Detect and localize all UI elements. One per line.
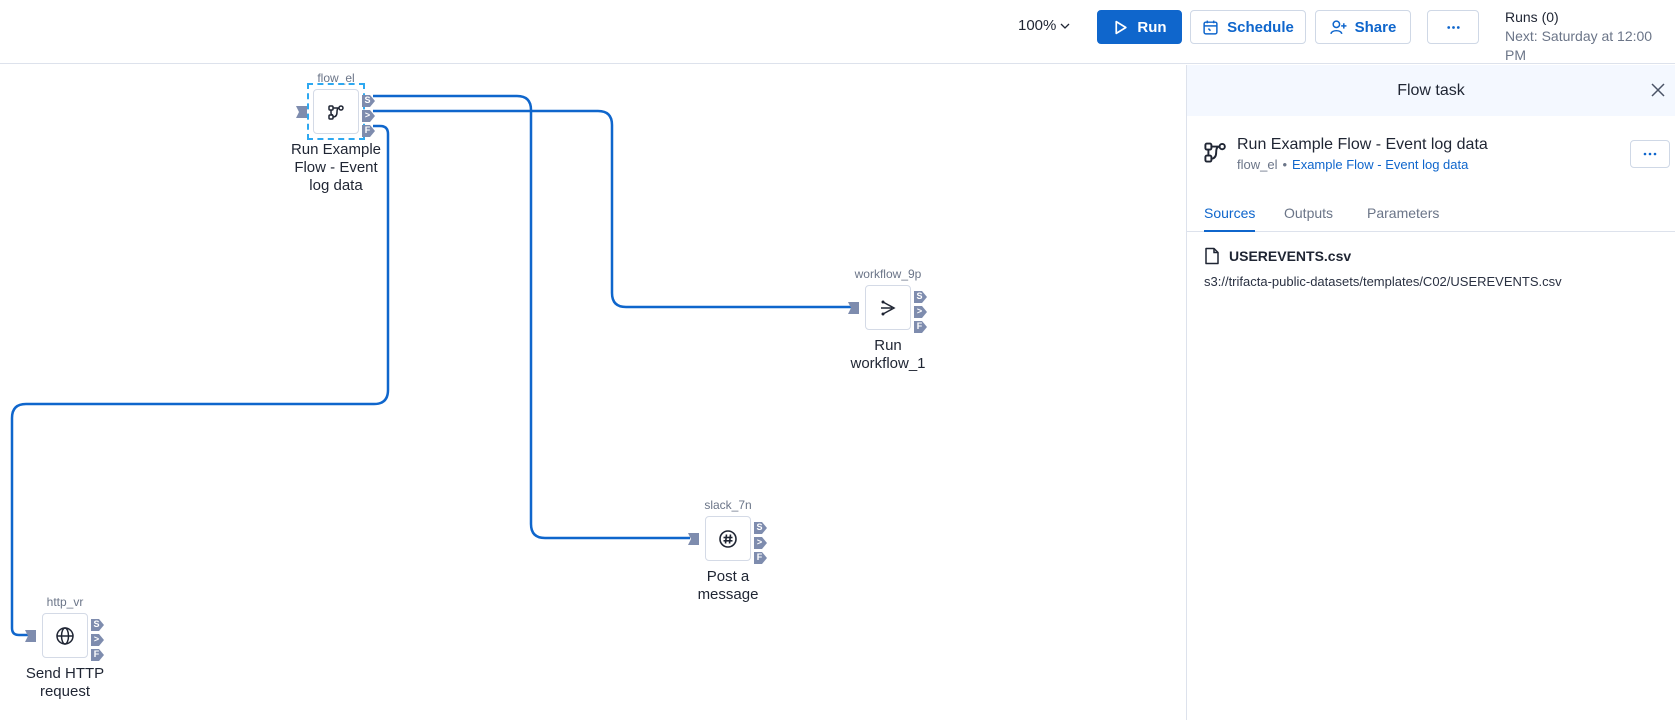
input-port[interactable] <box>688 533 699 545</box>
more-options-button[interactable] <box>1427 10 1479 44</box>
node-id: workflow_9p <box>854 267 922 281</box>
next-run: Next: Saturday at 12:00 PM <box>1505 28 1653 63</box>
task-more-button[interactable] <box>1630 140 1670 168</box>
ellipsis-icon <box>1643 152 1657 156</box>
node-http_vr[interactable]: http_vr S > F Send HTTP request <box>25 595 104 700</box>
output-ports: S > F <box>362 94 376 139</box>
node-slack_7n[interactable]: slack_7n S > F Post a message <box>688 498 767 603</box>
ellipsis-icon <box>1446 25 1460 29</box>
port-success[interactable]: S <box>754 521 767 534</box>
node-box[interactable] <box>42 613 88 658</box>
tab-sources[interactable]: Sources <box>1204 205 1256 232</box>
node-box[interactable] <box>865 285 911 330</box>
slack-icon <box>719 529 737 548</box>
source-path: s3://trifacta-public-datasets/templates/… <box>1204 274 1562 289</box>
node-label: Run Example Flow - Event log data <box>290 141 382 194</box>
edge-flow_el-S-slack_7n[interactable] <box>373 94 690 540</box>
input-port[interactable] <box>848 302 859 314</box>
panel-header: Flow task <box>1187 65 1675 116</box>
port-success[interactable]: S <box>914 290 927 303</box>
port-failure[interactable]: F <box>914 320 927 333</box>
port-failure[interactable]: F <box>362 124 375 137</box>
file-icon <box>1205 247 1219 265</box>
zoom-level: 100% <box>1018 17 1057 34</box>
panel-tabs: Sources Outputs Parameters <box>1187 198 1675 232</box>
port-success[interactable]: S <box>91 618 104 631</box>
output-ports: S > F <box>914 290 928 335</box>
add-user-icon <box>1329 19 1347 34</box>
edge-flow_el-F-http_vr[interactable] <box>10 124 390 637</box>
share-button[interactable]: Share <box>1315 10 1411 44</box>
input-port[interactable] <box>296 106 307 118</box>
calendar-icon <box>1203 20 1218 35</box>
port-next[interactable]: > <box>91 633 104 646</box>
port-success[interactable]: S <box>362 94 375 107</box>
node-id: http_vr <box>46 595 84 609</box>
flow-canvas[interactable]: flow_el S > F Run Example Flow - Event l… <box>0 65 1186 720</box>
node-label: Send HTTP request <box>25 665 105 700</box>
schedule-button[interactable]: Schedule <box>1190 10 1306 44</box>
edge-flow_el-next-workflow_9p[interactable] <box>373 109 851 309</box>
port-next[interactable]: > <box>914 305 927 318</box>
runs-count[interactable]: Runs (0) <box>1505 8 1675 27</box>
panel-title: Flow task <box>1397 81 1465 99</box>
tab-parameters[interactable]: Parameters <box>1367 205 1439 232</box>
output-ports: S > F <box>754 521 768 566</box>
play-icon <box>1115 20 1128 34</box>
flow-icon <box>1204 142 1226 163</box>
node-box[interactable] <box>313 89 359 134</box>
node-box[interactable] <box>705 516 751 561</box>
separator-dot: • <box>1282 157 1288 172</box>
workflow-icon <box>881 300 896 315</box>
port-failure[interactable]: F <box>91 648 104 661</box>
port-next[interactable]: > <box>754 536 767 549</box>
tab-outputs[interactable]: Outputs <box>1284 205 1333 232</box>
zoom-dropdown[interactable]: 100% <box>1018 17 1071 34</box>
task-subtitle: flow_el • Example Flow - Event log data <box>1237 155 1488 175</box>
input-port[interactable] <box>25 630 36 642</box>
output-ports: S > F <box>91 618 105 663</box>
flow-link[interactable]: Example Flow - Event log data <box>1292 157 1468 172</box>
task-summary: Run Example Flow - Event log data flow_e… <box>1203 135 1488 175</box>
node-id: slack_7n <box>704 498 752 512</box>
runs-summary: Runs (0) Next: Saturday at 12:00 PM <box>1505 8 1675 65</box>
node-workflow_9p[interactable]: workflow_9p S > F Run workflow_1 <box>848 267 927 372</box>
node-label: Run workflow_1 <box>850 337 926 372</box>
edges-layer <box>10 94 851 637</box>
node-flow_el[interactable]: flow_el S > F Run Example Flow - Event l… <box>291 71 381 194</box>
port-next[interactable]: > <box>362 109 375 122</box>
top-toolbar: 100% Run Schedule Share Runs (0) Next: S… <box>0 0 1675 64</box>
close-icon[interactable] <box>1649 81 1667 99</box>
source-name: USEREVENTS.csv <box>1229 248 1352 264</box>
node-label: Post a message <box>697 568 759 603</box>
source-item: USEREVENTS.csv s3://trifacta-public-data… <box>1204 247 1562 289</box>
node-id: flow_el <box>317 71 355 85</box>
task-title: Run Example Flow - Event log data <box>1237 136 1488 153</box>
run-button[interactable]: Run <box>1097 10 1182 44</box>
flow-task-panel: Flow task Run Example Flow - Event log d… <box>1186 65 1675 720</box>
chevron-down-icon <box>1060 23 1070 29</box>
flow-icon <box>328 104 344 120</box>
globe-icon <box>56 626 74 645</box>
task-id: flow_el <box>1237 157 1278 172</box>
port-failure[interactable]: F <box>754 551 767 564</box>
